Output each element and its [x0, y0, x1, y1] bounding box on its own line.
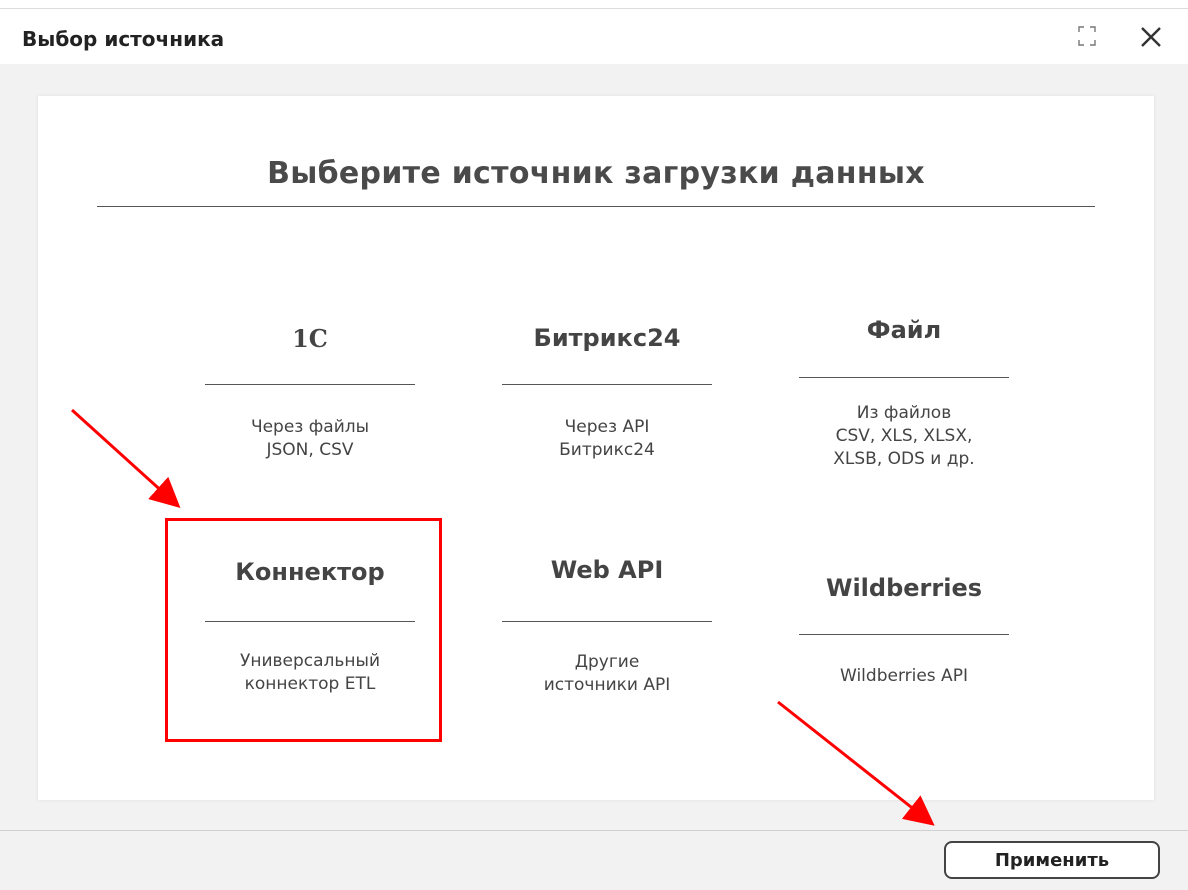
source-description: Wildberries API — [789, 665, 1019, 688]
desc-line: Из файлов — [856, 403, 952, 423]
source-name: Web API — [550, 556, 664, 584]
desc-line: источники API — [543, 675, 671, 695]
source-wildberries[interactable]: Wildberries Wildberries API — [789, 574, 1019, 724]
desc-line: Другие — [574, 652, 640, 672]
source-bitrix24[interactable]: Битрикс24 Через API Битрикс24 — [492, 322, 722, 492]
source-description: Другие источники API — [492, 651, 722, 697]
desc-line: Wildberries API — [840, 666, 968, 686]
desc-line: Через API — [564, 417, 650, 437]
close-icon[interactable] — [1140, 26, 1162, 48]
expand-icon[interactable] — [1078, 26, 1096, 46]
source-1c[interactable]: 1С Через файлы JSON, CSV — [195, 322, 425, 492]
desc-line: Битрикс24 — [559, 440, 655, 460]
source-divider — [799, 377, 1009, 378]
source-description: Универсальный коннектор ETL — [195, 650, 425, 696]
source-name: Битрикс24 — [533, 324, 681, 352]
dialog-title: Выбор источника — [22, 27, 225, 51]
source-description: Через API Битрикс24 — [492, 416, 722, 462]
desc-line: JSON, CSV — [266, 440, 354, 460]
top-divider — [0, 8, 1188, 9]
source-card: Выберите источник загрузки данных 1С Чер… — [38, 96, 1154, 800]
source-divider — [502, 384, 712, 385]
source-name: Wildberries — [825, 574, 983, 602]
source-divider — [502, 621, 712, 622]
apply-button[interactable]: Применить — [944, 841, 1160, 879]
source-name: Коннектор — [235, 558, 385, 586]
desc-line: CSV, XLS, XLSX, — [835, 426, 973, 446]
heading-divider — [97, 206, 1095, 207]
source-divider — [205, 384, 415, 385]
source-file[interactable]: Файл Из файлов CSV, XLS, XLSX, XLSB, ODS… — [789, 316, 1019, 496]
desc-line: Универсальный — [239, 651, 381, 671]
source-description: Через файлы JSON, CSV — [195, 416, 425, 462]
source-name: 1С — [292, 324, 328, 353]
source-web-api[interactable]: Web API Другие источники API — [492, 556, 722, 726]
source-name: Файл — [866, 316, 942, 344]
source-divider — [205, 621, 415, 622]
desc-line: коннектор ETL — [244, 674, 376, 694]
desc-line: XLSB, ODS и др. — [833, 449, 975, 469]
card-heading: Выберите источник загрузки данных — [267, 156, 925, 191]
source-description: Из файлов CSV, XLS, XLSX, XLSB, ODS и др… — [789, 402, 1019, 471]
source-connector[interactable]: Коннектор Универсальный коннектор ETL — [195, 558, 425, 728]
source-divider — [799, 634, 1009, 635]
desc-line: Через файлы — [250, 417, 370, 437]
